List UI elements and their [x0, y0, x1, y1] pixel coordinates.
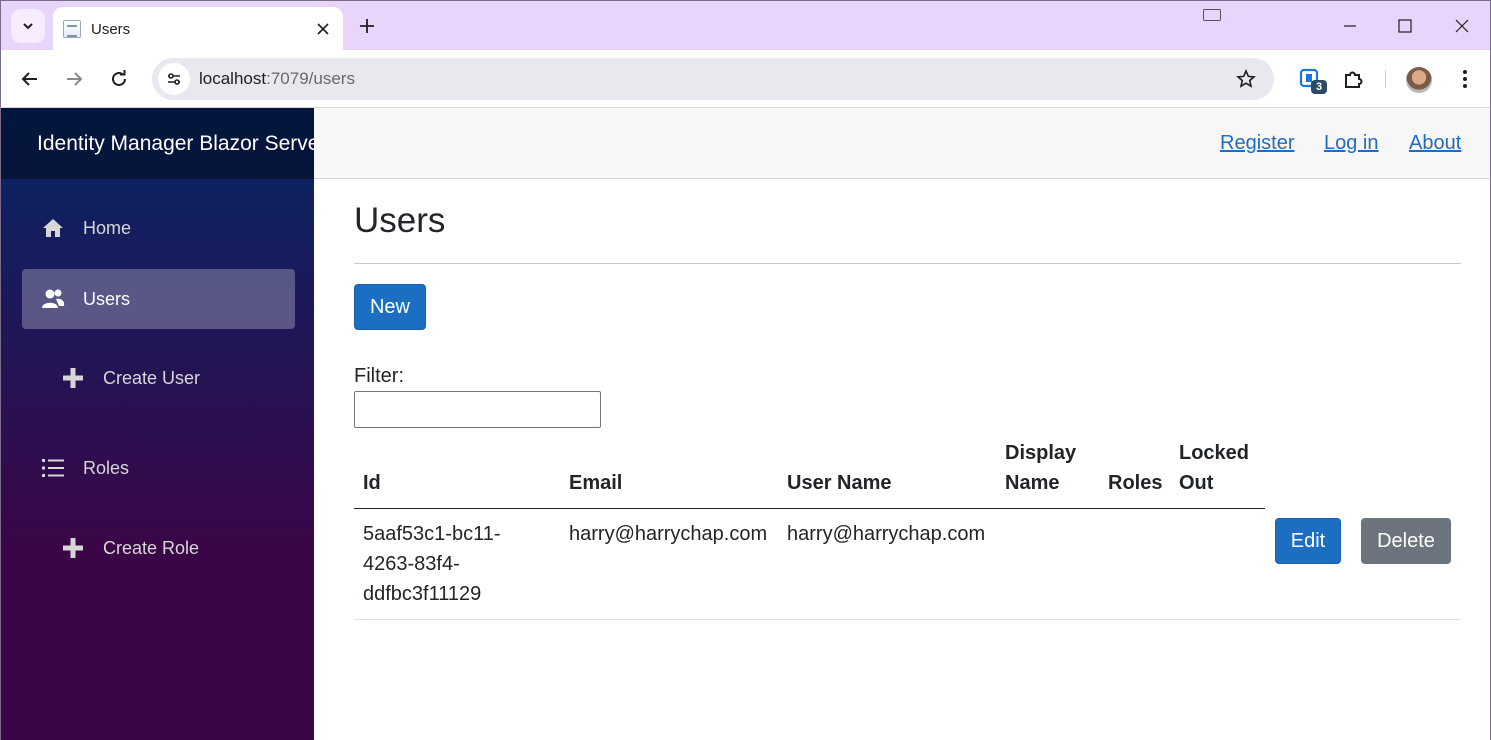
sidebar-item-roles[interactable]: Roles — [22, 438, 295, 498]
minimize-button[interactable] — [1327, 11, 1373, 41]
extension-badge: 3 — [1311, 80, 1327, 94]
puzzle-icon — [1345, 71, 1363, 88]
title-divider — [354, 263, 1461, 264]
url-text: localhost:7079/users — [199, 69, 355, 89]
toolbar-separator — [1385, 70, 1386, 88]
address-bar[interactable]: localhost:7079/users — [152, 58, 1274, 100]
maximize-icon — [1398, 19, 1412, 33]
sidebar-item-create-user[interactable]: Create User — [22, 348, 295, 408]
extension-button[interactable]: 3 — [1294, 63, 1327, 95]
back-button[interactable] — [15, 64, 45, 94]
minimize-icon — [1344, 25, 1356, 27]
brand-bar: Identity Manager Blazor Server — [1, 108, 315, 179]
filter-label: Filter: — [354, 365, 404, 387]
sidebar-item-users[interactable]: Users — [22, 269, 295, 329]
users-icon — [41, 287, 65, 311]
plus-icon — [61, 536, 85, 560]
reload-button[interactable] — [104, 64, 134, 94]
sidebar-item-label: Users — [83, 288, 131, 309]
tab-title: Users — [91, 20, 131, 38]
kebab-menu-icon — [1463, 70, 1467, 88]
page-favicon-icon — [63, 20, 81, 38]
filter-input[interactable] — [354, 391, 601, 428]
bookmark-button[interactable] — [1234, 67, 1258, 91]
about-link[interactable]: About — [1409, 132, 1461, 155]
column-header-id: Id — [363, 472, 381, 494]
arrow-right-icon — [67, 72, 83, 86]
new-tab-button[interactable] — [353, 12, 381, 40]
sidebar-item-label: Roles — [83, 457, 130, 478]
sidebar-item-label: Home — [83, 217, 132, 238]
browser-menu-button[interactable] — [1449, 63, 1481, 95]
edit-button[interactable]: Edit — [1275, 518, 1341, 564]
table-header-divider — [354, 508, 1265, 509]
arrow-left-icon — [21, 72, 37, 86]
url-host: localhost — [199, 69, 267, 88]
login-link[interactable]: Log in — [1324, 132, 1379, 155]
forward-button[interactable] — [59, 64, 89, 94]
tune-icon — [168, 73, 180, 85]
cell-email: harry@harrychap.com — [569, 523, 768, 545]
sidebar-item-label: Create Role — [103, 537, 200, 558]
browser-titlebar: Users — [0, 0, 1491, 51]
maximize-button[interactable] — [1382, 11, 1428, 41]
sidebar-item-home[interactable]: Home — [22, 198, 295, 258]
new-user-button[interactable]: New — [354, 284, 426, 330]
reload-icon — [112, 70, 126, 86]
sidebar: Identity Manager Blazor Server Home User… — [0, 108, 315, 740]
star-icon — [1236, 69, 1256, 88]
cell-id-line: 4263-83f4- — [363, 553, 460, 575]
cell-id-line: ddfbc3f11129 — [363, 583, 482, 605]
plus-icon — [360, 19, 374, 33]
media-control-icon[interactable] — [1203, 9, 1221, 21]
column-header-display-name: Display Name — [1005, 442, 1077, 494]
delete-button[interactable]: Delete — [1361, 518, 1451, 564]
tab-close-button[interactable] — [311, 17, 335, 41]
chevron-down-icon — [23, 23, 33, 30]
app-brand[interactable]: Identity Manager Blazor Server — [37, 132, 315, 156]
cell-id: 5aaf53c1-bc11- 4263-83f4- ddfbc3f11129 — [363, 519, 501, 609]
close-window-button[interactable] — [1439, 11, 1485, 41]
cell-user-name: harry@harrychap.com — [787, 523, 986, 545]
column-header-roles: Roles — [1108, 472, 1163, 494]
table-row-divider — [354, 619, 1461, 620]
close-icon — [1455, 19, 1469, 33]
sidebar-item-create-role[interactable]: Create Role — [22, 518, 295, 578]
column-header-email: Email — [569, 472, 623, 494]
browser-toolbar: localhost:7079/users 3 — [0, 50, 1491, 108]
column-header-user-name: User Name — [787, 472, 892, 494]
extensions-menu-button[interactable] — [1337, 63, 1369, 95]
site-info-button[interactable] — [158, 63, 190, 95]
register-link[interactable]: Register — [1220, 132, 1294, 155]
page-title: Users — [354, 201, 446, 240]
close-icon — [317, 23, 329, 35]
browser-tab[interactable]: Users — [53, 7, 343, 51]
main-content: Users New Filter: Id Email User Name Dis… — [314, 179, 1491, 740]
profile-avatar[interactable] — [1406, 67, 1432, 93]
sidebar-item-label: Create User — [103, 367, 201, 388]
column-header-locked-out: Locked Out — [1179, 442, 1250, 494]
home-icon — [41, 216, 65, 240]
url-path: :7079/users — [266, 69, 355, 88]
list-icon — [41, 456, 65, 480]
plus-icon — [61, 366, 85, 390]
top-row: Register Log in About — [314, 108, 1491, 179]
tab-search-button[interactable] — [11, 9, 45, 43]
cell-id-line: 5aaf53c1-bc11- — [363, 523, 501, 545]
